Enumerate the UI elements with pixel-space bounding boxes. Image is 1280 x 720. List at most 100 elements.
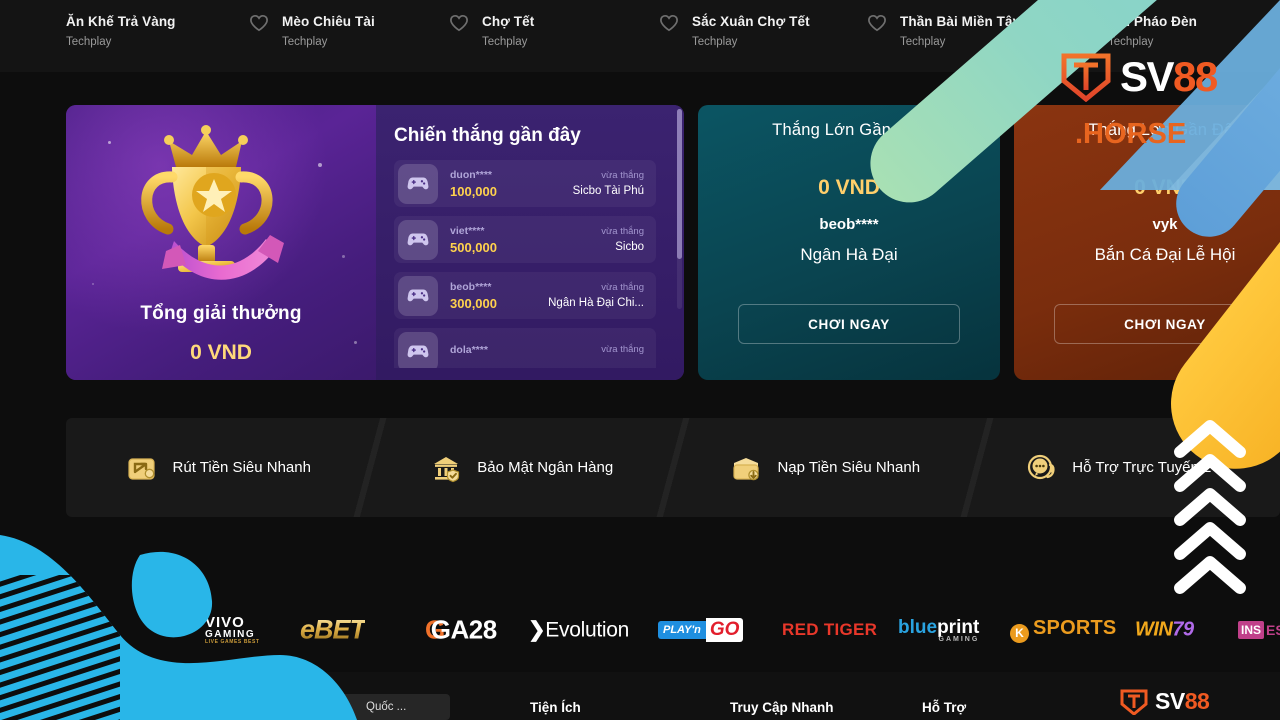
game-meta: Mèo Chiêu Tài Techplay [282,14,375,48]
game-title: Mèo Chiêu Tài [282,14,375,29]
game-meta: Hội Pháo Đèn Techplay [1108,14,1197,48]
big-win-game: Ngân Hà Đại [800,245,898,264]
partner-logo-k-sports[interactable]: K SPORTS [1010,617,1116,643]
big-win-card-teal[interactable]: Thắng Lớn Gần Đây 0 VND beob**** Ngân Hà… [698,105,1000,380]
feature-label: Nạp Tiền Siêu Nhanh [777,459,921,476]
feature-label: Rút Tiền Siêu Nhanh [172,459,311,476]
gamepad-icon [398,219,438,260]
partner-label: blue [898,617,938,638]
jackpot-left-panel: Tổng giải thưởng 0 VND [66,105,376,380]
partner-logo-blueprint[interactable]: blueprint GAMING [898,617,979,643]
win-game-name: Sicbo [615,241,644,253]
partner-label: Evolution [545,618,629,642]
feature-bar: Rút Tiền Siêu Nhanh Bảo Mật Ngân Hàng Nạp … [66,418,1280,517]
partner-label: SPORTS [1033,617,1117,639]
big-win-game: Bắn Cá Đại Lễ Hội [1094,245,1236,264]
game-card[interactable]: Chợ Tết Techplay [450,0,534,72]
game-provider: Techplay [1108,36,1154,48]
game-provider: Techplay [900,36,946,48]
big-win-amount: 0 VND [1134,176,1196,199]
feature-item-bank-shield[interactable]: Bảo Mật Ngân Hàng [343,418,674,517]
win-game-name: Ngân Hà Đại Chi... [548,297,644,309]
game-provider: Techplay [692,36,738,48]
partner-label: print [937,617,980,638]
game-card[interactable]: Thần Bài Miền Tây Techplay [868,0,1020,72]
partner-logo-ins-esports[interactable]: INS ES [1238,621,1280,639]
jackpot-label: Tổng giải thưởng [140,303,302,324]
heart-icon[interactable] [250,14,268,32]
footer-column-support[interactable]: Hỗ Trợ [922,700,966,715]
game-title: Hội Pháo Đèn [1108,14,1197,29]
jackpot-card[interactable]: Tổng giải thưởng 0 VND Chiến thắng gần đ… [66,105,684,380]
heart-icon[interactable] [1076,14,1094,32]
game-title: Ăn Khế Trả Vàng [66,14,176,29]
win-username: dola**** [450,344,488,356]
win-side: vừa thắng [601,344,644,359]
recent-wins-panel: Chiến thắng gần đây duon**** 100,000 vừa t… [376,105,684,380]
recent-win-row[interactable]: beob**** 300,000 vừa thắng Ngân Hà Đại Chi.… [394,272,656,319]
partner-logo-win79[interactable]: WIN79 [1135,619,1194,642]
game-card[interactable]: Hội Pháo Đèn Techplay [1076,0,1197,72]
feature-item-wallet-deposit[interactable]: Nạp Tiền Siêu Nhanh [647,418,977,517]
big-win-user: vyk [1152,216,1178,233]
win-main: duon**** 100,000 [450,169,573,199]
footer-brand-logo[interactable]: SV88 [1120,688,1210,715]
recent-win-row[interactable]: duon**** 100,000 vừa thắng Sicbo Tài Phú [394,160,656,207]
partner-logo-ga28[interactable]: GGA28 [425,615,497,646]
feature-label: Hỗ Trợ Trực Tuyến 24/7 [1072,459,1233,476]
win-main: beob**** 300,000 [450,281,548,311]
chevron-up-icon [1174,522,1246,560]
footer: Tiện Ích Truy Cập Nhanh Hỗ Trợ [0,672,1280,720]
feature-item-headset-support[interactable]: Hỗ Trợ Trực Tuyến 24/7 [950,418,1280,517]
partner-label: ES [1266,622,1280,638]
partner-label: LIVE GAMES BEST [205,639,260,645]
headset-support-icon [1024,451,1058,485]
heart-icon[interactable] [868,14,886,32]
partner-logo-evolution[interactable]: ❯Evolution [528,618,629,643]
win-side: vừa thắng Ngân Hà Đại Chi... [548,282,644,309]
play-now-button-orange[interactable]: CHƠI NGAY [1054,304,1276,344]
language-selector[interactable]: Quốc ... [330,694,450,720]
game-meta: Sắc Xuân Chợ Tết Techplay [692,14,810,48]
feature-item-wallet-withdraw[interactable]: Rút Tiền Siêu Nhanh [66,418,370,517]
big-win-card-orange[interactable]: Thắng Lớn Gần Đây 0 VND vyk Bắn Cá Đại L… [1014,105,1280,380]
partner-logo-ebet[interactable]: eBET [300,615,366,646]
game-meta: Chợ Tết Techplay [482,14,534,48]
win-amount: 500,000 [450,239,497,255]
game-card[interactable]: Sắc Xuân Chợ Tết Techplay [660,0,810,72]
game-strip: Ăn Khế Trả Vàng Techplay Mèo Chiêu Tài Tech… [0,0,1280,72]
game-title: Chợ Tết [482,14,535,29]
gamepad-icon [398,331,438,368]
win-timestamp: vừa thắng [601,282,644,293]
partner-label: VIVO [205,614,245,631]
brand-88: 88 [1184,688,1210,714]
game-card[interactable]: Mèo Chiêu Tài Techplay [250,0,375,72]
language-label: Quốc ... [366,701,407,713]
heart-icon[interactable] [660,14,678,32]
heart-icon[interactable] [450,14,468,32]
game-title: Sắc Xuân Chợ Tết [692,14,810,29]
recent-wins-list[interactable]: duon**** 100,000 vừa thắng Sicbo Tài Phú vie… [394,160,670,368]
recent-win-row[interactable]: viet**** 500,000 vừa thắng Sicbo [394,216,656,263]
partner-logos-row: VIVO GAMING LIVE GAMES BEST eBET GGA28 ❯… [0,600,1280,660]
partner-logo-playngo[interactable]: PLAY'n GO [658,618,744,642]
partner-label: INS [1238,621,1265,639]
game-card[interactable]: Ăn Khế Trả Vàng Techplay [66,0,176,72]
promo-cards-row: Tổng giải thưởng 0 VND Chiến thắng gần đ… [0,105,1280,380]
win-side: vừa thắng Sicbo Tài Phú [573,170,644,197]
partner-logo-red-tiger[interactable]: RED TIGER [782,620,877,640]
recent-wins-scrollbar[interactable] [677,109,682,309]
win-amount: 100,000 [450,183,497,199]
win-game-name: Sicbo Tài Phú [572,185,644,197]
game-provider: Techplay [66,36,112,48]
win-amount: 300,000 [450,295,497,311]
game-provider: Techplay [482,36,528,48]
footer-column-quick-access[interactable]: Truy Cập Nhanh [730,700,834,715]
win-username: duon**** [450,168,492,181]
footer-column-utilities[interactable]: Tiện Ích [530,700,581,715]
big-win-heading: Thắng Lớn Gần Đây [1088,121,1242,139]
partner-logo-vivo-gaming[interactable]: VIVO GAMING LIVE GAMES BEST [205,615,260,645]
recent-win-row[interactable]: dola**** vừa thắng [394,328,656,368]
play-now-button-teal[interactable]: CHƠI NGAY [738,304,960,344]
win-username: viet**** [450,224,485,237]
